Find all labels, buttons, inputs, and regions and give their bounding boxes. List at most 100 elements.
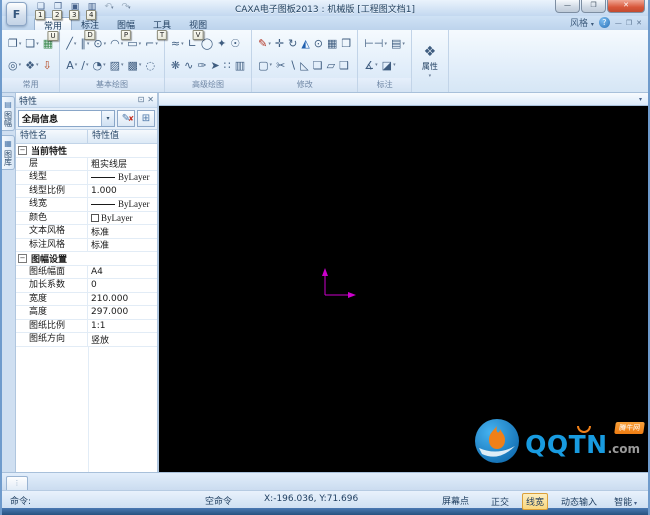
property-group-row[interactable]: −当前特性 xyxy=(16,144,157,158)
property-value[interactable]: A4 xyxy=(88,267,157,277)
erase-button[interactable]: ✎▾ xyxy=(256,35,273,53)
circular-array-button[interactable]: ⊙ xyxy=(312,35,325,53)
rotate-button[interactable]: ↻ xyxy=(286,35,299,53)
scope-select[interactable]: 全局信息 ▾ xyxy=(18,110,115,127)
block-button[interactable]: ❑ xyxy=(337,56,351,74)
panel-close-icon[interactable]: ✕ xyxy=(147,95,154,105)
point-button[interactable]: ☉ xyxy=(228,35,242,53)
property-row[interactable]: 线型ByLayer xyxy=(16,171,157,185)
sidebar-tab-图库[interactable]: ▦图库 xyxy=(2,135,15,170)
corner-button[interactable]: ❏ xyxy=(311,56,325,74)
property-row[interactable]: 线宽ByLayer xyxy=(16,198,157,212)
property-row[interactable]: 文本风格标准 xyxy=(16,225,157,239)
property-row[interactable]: 颜色ByLayer xyxy=(16,212,157,226)
copy-button[interactable]: ❑▾ xyxy=(23,35,40,53)
array-button[interactable]: ▦ xyxy=(325,35,339,53)
move-button[interactable]: ✛ xyxy=(273,35,286,53)
tab-视图[interactable]: 视图V xyxy=(180,17,216,30)
property-row[interactable]: 高度297.000 xyxy=(16,306,157,320)
collapse-icon[interactable]: − xyxy=(18,146,27,155)
help-icon[interactable]: ? xyxy=(599,17,610,28)
point-capture-mode[interactable]: 屏幕点 xyxy=(442,494,469,507)
line-button[interactable]: ╱▾ xyxy=(64,35,78,53)
maximize-button[interactable]: ❐ xyxy=(581,0,606,13)
drawing-canvas[interactable]: QQTN.com 腾牛网 xyxy=(159,106,648,472)
property-value[interactable]: 标准 xyxy=(88,238,157,251)
property-value[interactable]: 210.000 xyxy=(88,294,157,304)
property-group-row[interactable]: −图幅设置 xyxy=(16,252,157,266)
close-button[interactable]: ✕ xyxy=(607,0,645,13)
angle-dimension-button[interactable]: ∡▾ xyxy=(362,56,379,74)
property-value[interactable]: ByLayer xyxy=(88,213,157,223)
command-line-tab[interactable]: ⋮ xyxy=(6,476,28,491)
gear-button[interactable]: ❋ xyxy=(169,56,182,74)
doc-minimize-button[interactable]: — xyxy=(615,19,622,27)
property-value[interactable]: ByLayer xyxy=(88,172,157,182)
spline-button[interactable]: ≈▾ xyxy=(169,35,186,53)
import-button[interactable]: ⇩ xyxy=(41,56,54,74)
doc-restore-button[interactable]: ❐ xyxy=(626,19,632,27)
toggle-正交[interactable]: 正交 xyxy=(487,493,513,510)
dimension-button[interactable]: ⊢⊣▾ xyxy=(362,35,389,53)
tab-图幅[interactable]: 图幅P xyxy=(108,17,144,30)
library-button[interactable]: ❖▾ xyxy=(23,56,40,74)
collapse-icon[interactable]: − xyxy=(18,254,27,263)
zoom-button[interactable]: ◎▾ xyxy=(6,56,23,74)
panel-autohide-icon[interactable]: ⊡ xyxy=(138,95,145,105)
cloud-line-button[interactable]: ◌ xyxy=(143,56,157,74)
minimize-button[interactable]: — xyxy=(555,0,580,13)
image-dimension-button[interactable]: ▤▾ xyxy=(389,35,407,53)
wave-line-button[interactable]: ∿ xyxy=(182,56,195,74)
trim-button[interactable]: ✂ xyxy=(274,56,287,74)
property-value[interactable]: 0 xyxy=(88,280,157,290)
tab-工具[interactable]: 工具T xyxy=(144,17,180,30)
column-header-name[interactable]: 特性名 xyxy=(16,130,88,143)
stretch-button[interactable]: ▱ xyxy=(325,56,337,74)
property-row[interactable]: 标注风格标准 xyxy=(16,239,157,253)
style-dropdown[interactable]: 风格 ▾ xyxy=(570,16,594,29)
toggle-动态输入[interactable]: 动态输入 xyxy=(557,493,601,510)
cylinder-button[interactable]: ▥ xyxy=(233,56,247,74)
property-row[interactable]: 图纸比例1:1 xyxy=(16,320,157,334)
edit-dimension-button[interactable]: ◪▾ xyxy=(380,56,398,74)
property-value[interactable]: 1.000 xyxy=(88,186,157,196)
sidebar-tab-图幅[interactable]: ▤图幅 xyxy=(2,96,15,131)
pick-edit-button[interactable]: ✎✘ xyxy=(117,110,135,127)
property-value[interactable]: ByLayer xyxy=(88,199,157,209)
doc-close-button[interactable]: ✕ xyxy=(636,19,642,27)
property-row[interactable]: 图纸方向竖放 xyxy=(16,333,157,347)
application-menu-button[interactable]: F xyxy=(6,2,27,26)
property-row[interactable]: 宽度210.000 xyxy=(16,293,157,307)
mirror-button[interactable]: ◭ xyxy=(299,35,311,53)
arrow-button[interactable]: ➤ xyxy=(209,56,222,74)
select-button[interactable]: ▢▾ xyxy=(256,56,274,74)
property-value[interactable]: 297.000 xyxy=(88,307,157,317)
document-list-dropdown-icon[interactable]: ▾ xyxy=(639,96,642,103)
pattern-button[interactable]: ∷ xyxy=(222,56,233,74)
property-value[interactable]: 竖放 xyxy=(88,333,157,346)
properties-button[interactable]: ❖属性▾ xyxy=(416,31,444,92)
property-row[interactable]: 图纸幅面A4 xyxy=(16,266,157,280)
paste-button[interactable]: ❐▾ xyxy=(6,35,23,53)
sketch-button[interactable]: ✑ xyxy=(195,56,208,74)
chamfer-button[interactable]: ◺ xyxy=(298,56,310,74)
property-row[interactable]: 层粗实线层 xyxy=(16,158,157,172)
stamp-button[interactable]: ❒ xyxy=(339,35,353,53)
fill-button[interactable]: ▩▾ xyxy=(126,56,144,74)
text-button[interactable]: A▾ xyxy=(64,56,79,74)
toggle-线宽[interactable]: 线宽 xyxy=(522,493,548,510)
column-header-value[interactable]: 特性值 xyxy=(88,130,157,143)
property-row[interactable]: 加长系数0 xyxy=(16,279,157,293)
select-object-button[interactable]: ⊞ xyxy=(137,110,155,127)
command-line-area[interactable]: ⋮ xyxy=(2,472,648,490)
center-line-button[interactable]: ∕▾ xyxy=(79,56,90,74)
property-value[interactable]: 粗实线层 xyxy=(88,157,157,170)
toggle-智能[interactable]: 智能 ▾ xyxy=(610,493,641,510)
property-row[interactable]: 线型比例1.000 xyxy=(16,185,157,199)
hatch-button[interactable]: ▨▾ xyxy=(108,56,126,74)
property-value[interactable]: 标准 xyxy=(88,225,157,238)
polygon-button[interactable]: ✦ xyxy=(215,35,228,53)
revolve-button[interactable]: ◔▾ xyxy=(90,56,107,74)
property-value[interactable]: 1:1 xyxy=(88,321,157,331)
extend-button[interactable]: ∖ xyxy=(287,56,298,74)
